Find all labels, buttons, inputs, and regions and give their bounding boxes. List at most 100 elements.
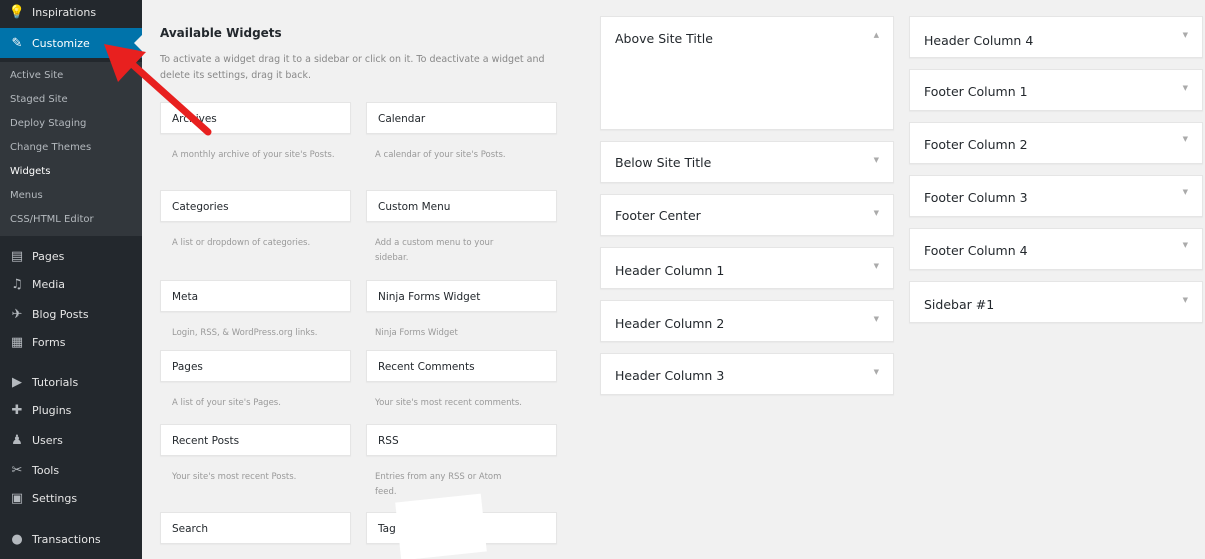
sidebar-area-below-site-title[interactable]: Below Site Title ▼ [600,141,894,183]
sidebar-area-footer-column-1[interactable]: Footer Column 1 ▼ [909,69,1203,111]
submenu-deploy-staging[interactable]: Deploy Staging [10,118,86,129]
widget-meta[interactable]: Meta [160,280,351,312]
menu-forms[interactable]: ▦ Forms [0,330,142,354]
expand-arrow-icon[interactable]: ▼ [1183,135,1188,143]
widget-categories[interactable]: Categories [160,190,351,222]
lightbulb-icon: 💡 [8,4,26,20]
collapse-arrow-icon[interactable]: ▲ [874,31,879,39]
sidebar-area-label: Header Column 2 [615,316,725,331]
menu-inspirations[interactable]: 💡 Inspirations [0,0,142,24]
menu-customize[interactable]: ✎ Customize [0,28,142,58]
menu-plugins[interactable]: ✚ Plugins [0,398,142,422]
menu-label: Media [32,277,66,291]
widget-pages[interactable]: Pages [160,350,351,382]
admin-sidebar: 💡 Inspirations ✎ Customize Active Site S… [0,0,142,559]
sidebar-area-label: Footer Column 1 [924,84,1028,99]
expand-arrow-icon[interactable]: ▼ [874,209,879,217]
expand-arrow-icon[interactable]: ▼ [874,156,879,164]
available-widgets-description: To activate a widget drag it to a sideba… [160,54,545,81]
widget-label: Calendar [378,113,426,125]
widget-description: Ninja Forms Widget [375,328,458,338]
sidebar-area-footer-center[interactable]: Footer Center ▼ [600,194,894,236]
menu-label: Tools [32,463,60,477]
submenu-change-themes[interactable]: Change Themes [10,142,91,153]
widget-label: Tag [378,523,396,535]
sidebar-area-label: Sidebar #1 [924,297,995,312]
widget-label: Recent Comments [378,361,475,373]
tutorials-icon: ▶ [12,374,22,390]
widget-label: Pages [172,361,203,373]
users-icon: ♟ [11,432,23,448]
menu-label: Users [32,433,63,447]
sidebar-area-label: Footer Column 3 [924,190,1028,205]
menu-settings[interactable]: ▣ Settings [0,486,142,510]
widget-description: A list or dropdown of categories. [172,238,311,248]
menu-label: Transactions [32,532,101,546]
widget-label: Categories [172,201,229,213]
sidebar-area-label: Header Column 4 [924,33,1034,48]
menu-label: Tutorials [32,375,79,389]
menu-label: Forms [32,335,66,349]
redaction-patch [395,493,487,559]
transactions-icon: ● [11,531,23,547]
menu-label: Pages [32,249,65,263]
menu-transactions[interactable]: ● Transactions [0,526,142,552]
widget-recent-comments[interactable]: Recent Comments [366,350,557,382]
submenu-menus[interactable]: Menus [10,190,43,201]
expand-arrow-icon[interactable]: ▼ [1183,241,1188,249]
expand-arrow-icon[interactable]: ▼ [874,262,879,270]
widget-recent-posts[interactable]: Recent Posts [160,424,351,456]
widget-calendar[interactable]: Calendar [366,102,557,134]
menu-tools[interactable]: ✂ Tools [0,458,142,482]
pages-icon: ▤ [10,248,24,264]
sidebar-area-header-column-3[interactable]: Header Column 3 ▼ [600,353,894,395]
submenu-widgets[interactable]: Widgets [10,166,50,177]
customize-submenu: Active Site Staged Site Deploy Staging C… [0,62,142,236]
expand-arrow-icon[interactable]: ▼ [1183,188,1188,196]
sidebar-area-above-site-title[interactable]: Above Site Title ▲ [600,16,894,130]
sidebar-area-header-column-4[interactable]: Header Column 4 ▼ [909,16,1203,58]
submenu-staged-site[interactable]: Staged Site [10,94,68,105]
widget-search[interactable]: Search [160,512,351,544]
sidebar-area-sidebar-1[interactable]: Sidebar #1 ▼ [909,281,1203,323]
widget-description: Login, RSS, & WordPress.org links. [172,328,318,338]
menu-label: Plugins [32,403,72,417]
widget-label: Meta [172,291,199,303]
expand-arrow-icon[interactable]: ▼ [1183,31,1188,39]
expand-arrow-icon[interactable]: ▼ [1183,84,1188,92]
widget-description: A calendar of your site's Posts. [375,150,506,160]
widget-label: Ninja Forms Widget [378,291,481,303]
menu-blog-posts[interactable]: ✈ Blog Posts [0,302,142,326]
menu-label: Settings [32,491,78,505]
widget-description: Your site's most recent Posts. [172,472,297,482]
menu-pages[interactable]: ▤ Pages [0,244,142,268]
submenu-active-site[interactable]: Active Site [10,70,63,81]
sidebar-area-label: Footer Column 2 [924,137,1028,152]
menu-tutorials[interactable]: ▶ Tutorials [0,370,142,394]
widget-rss[interactable]: RSS [366,424,557,456]
submenu-css-html-editor[interactable]: CSS/HTML Editor [10,214,94,225]
sidebar-area-header-column-1[interactable]: Header Column 1 ▼ [600,247,894,289]
sidebar-area-footer-column-2[interactable]: Footer Column 2 ▼ [909,122,1203,164]
sidebar-area-footer-column-3[interactable]: Footer Column 3 ▼ [909,175,1203,217]
menu-label: Inspirations [32,5,97,19]
expand-arrow-icon[interactable]: ▼ [1183,296,1188,304]
widget-label: Custom Menu [378,201,451,213]
media-icon: ♫ [11,276,23,292]
menu-media[interactable]: ♫ Media [0,272,142,296]
widget-label: Search [172,523,209,535]
widget-ninja-forms[interactable]: Ninja Forms Widget [366,280,557,312]
widget-archives[interactable]: Archives [160,102,351,134]
forms-icon: ▦ [10,334,24,350]
menu-users[interactable]: ♟ Users [0,428,142,452]
expand-arrow-icon[interactable]: ▼ [874,368,879,376]
widget-description: Add a custom menu to your sidebar. [375,238,494,263]
expand-arrow-icon[interactable]: ▼ [874,315,879,323]
widget-label: Archives [172,113,217,125]
sidebar-area-footer-column-4[interactable]: Footer Column 4 ▼ [909,228,1203,270]
settings-icon: ▣ [10,490,24,506]
sidebar-area-label: Header Column 3 [615,368,725,383]
sidebar-area-header-column-2[interactable]: Header Column 2 ▼ [600,300,894,342]
widget-label: RSS [378,435,399,447]
widget-custom-menu[interactable]: Custom Menu [366,190,557,222]
